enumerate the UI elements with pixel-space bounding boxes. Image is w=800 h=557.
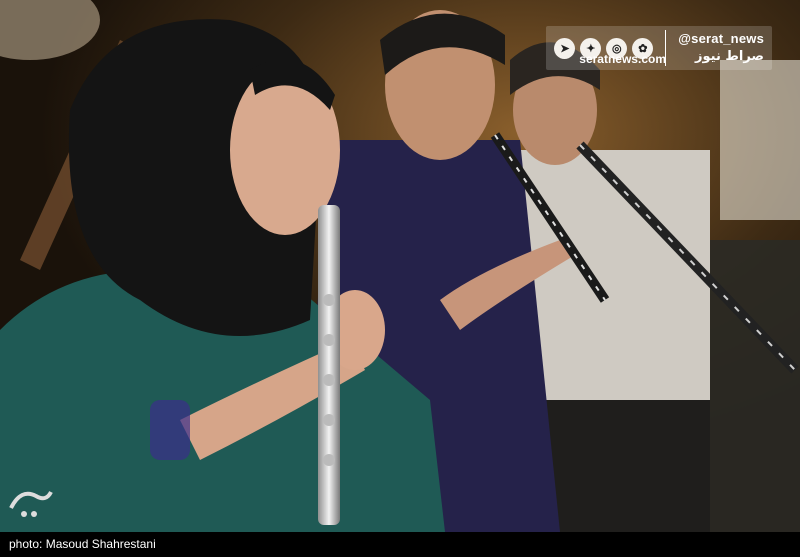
bracelets [150,400,190,460]
photo-credit: photo: Masoud Shahrestani [0,532,800,557]
tasnim-logo-icon [9,491,53,517]
watermark-handle-fa: صراط نیوز [695,49,764,64]
photo-frame: ➤ ✦ ◎ ✿ @serat_news صراط نیوز seratnews.… [0,0,800,557]
orchestra-photo: ➤ ✦ ◎ ✿ @serat_news صراط نیوز seratnews.… [0,0,800,532]
flute [318,205,340,525]
watermark-handle-block: @serat_news صراط نیوز [678,30,764,66]
watermark-site: seratnews.com [579,52,666,66]
watermark-handle: @serat_news [678,31,764,46]
telegram-icon: ➤ [554,37,576,59]
background-person [720,60,800,220]
photo-illustration [0,0,800,532]
